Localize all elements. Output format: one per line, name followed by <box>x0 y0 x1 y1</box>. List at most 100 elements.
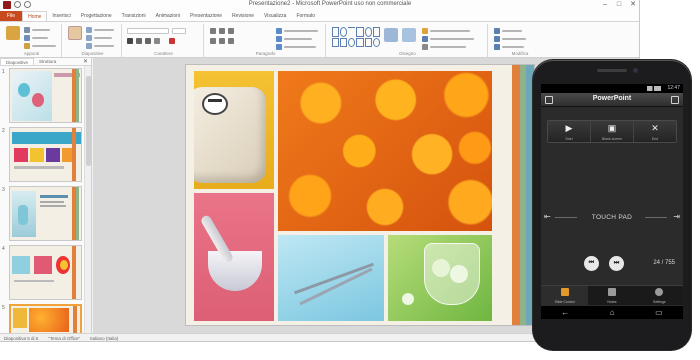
group-label: Modifica <box>511 51 529 56</box>
slide-timer: 24 / 755 <box>653 260 675 266</box>
font-color-icon[interactable] <box>169 38 175 44</box>
group-label: Paragrafo <box>255 51 276 56</box>
font-name-field[interactable] <box>127 28 169 34</box>
flowers-photo <box>278 71 492 231</box>
presentation-controls: ▶ Start ▣ Blank screen ✕ End <box>547 120 677 143</box>
format-painter-icon[interactable] <box>24 43 30 49</box>
recent-apps-icon[interactable]: ▭ <box>655 308 663 317</box>
layout-icon[interactable] <box>86 27 92 33</box>
close-button[interactable]: ✕ <box>628 0 638 9</box>
tab-format[interactable]: Formato <box>291 11 320 21</box>
scrollbar-thumb[interactable] <box>86 76 91 166</box>
pane-tabs: Diapositive Struttura <box>0 58 91 66</box>
italic-icon[interactable] <box>136 38 142 44</box>
tab-label: Slide Control <box>554 300 575 304</box>
font-size-field[interactable] <box>172 28 186 34</box>
tab-home[interactable]: Home <box>22 11 48 21</box>
tab-file[interactable]: File <box>0 11 23 21</box>
numbering-icon[interactable] <box>219 28 225 34</box>
smartart-icon[interactable] <box>276 44 282 50</box>
shape-outline-icon[interactable] <box>422 36 428 42</box>
pane-scrollbar[interactable] <box>84 66 91 333</box>
slide-number: 1 <box>2 69 5 75</box>
arrange-icon[interactable] <box>384 28 398 42</box>
save-icon[interactable] <box>3 1 11 9</box>
thumbnail-image <box>9 68 82 123</box>
find-icon[interactable] <box>494 28 500 34</box>
window-controls: – □ ✕ <box>600 0 638 9</box>
smartart-label <box>284 46 316 48</box>
shape-fill-icon[interactable] <box>422 28 428 34</box>
dropdown-icon[interactable] <box>671 96 679 104</box>
text-direction-icon[interactable] <box>276 28 282 34</box>
align-right-icon[interactable] <box>228 38 234 44</box>
shape-effects-icon[interactable] <box>422 44 428 50</box>
slides-pane: Diapositive Struttura ✕ 1 2 3 4 5 <box>0 58 92 341</box>
copy-label <box>32 37 48 39</box>
tab-animations[interactable]: Animazioni <box>151 11 185 21</box>
find-label <box>502 30 522 32</box>
end-button[interactable]: ✕ End <box>634 121 676 142</box>
start-button[interactable]: ▶ Start <box>548 121 591 142</box>
cut-icon[interactable] <box>24 27 30 33</box>
slide-thumbnail[interactable]: 4 <box>0 245 84 302</box>
bullets-icon[interactable] <box>210 28 216 34</box>
redo-icon[interactable] <box>24 1 31 8</box>
previous-button[interactable]: ⏮ <box>584 256 599 271</box>
app-title: PowerPoint <box>592 95 632 102</box>
bold-icon[interactable] <box>127 38 133 44</box>
app-header: PowerPoint <box>541 93 683 107</box>
new-slide-icon[interactable] <box>68 26 82 40</box>
tab-slides[interactable]: Diapositive <box>0 58 35 65</box>
section-icon[interactable] <box>86 43 92 49</box>
tab-outline[interactable]: Struttura <box>34 58 61 65</box>
select-label <box>502 46 524 48</box>
tab-settings[interactable]: Settings <box>636 286 683 305</box>
blank-screen-button[interactable]: ▣ Blank screen <box>591 121 634 142</box>
slide-count: Diapositiva 5 di 5 <box>4 336 39 341</box>
select-icon[interactable] <box>494 44 500 50</box>
phone-clock: 12:47 <box>667 85 680 91</box>
tab-insert[interactable]: Inserisci <box>47 11 75 21</box>
tab-review[interactable]: Revisione <box>227 11 259 21</box>
shape-outline-label <box>430 38 474 40</box>
language[interactable]: Italiano (Italia) <box>90 336 118 341</box>
copy-icon[interactable] <box>24 35 30 41</box>
tab-slide-control[interactable]: Slide Control <box>541 286 589 305</box>
slide-thumbnail[interactable]: 3 <box>0 186 84 243</box>
close-icon[interactable]: ✕ <box>83 58 88 65</box>
quick-styles-icon[interactable] <box>402 28 416 42</box>
notes-icon <box>607 288 616 296</box>
align-text-icon[interactable] <box>276 36 282 42</box>
home-icon[interactable]: ⌂ <box>610 308 615 317</box>
replace-icon[interactable] <box>494 36 500 42</box>
slide-thumbnail[interactable]: 2 <box>0 127 84 184</box>
slide-control-icon <box>560 288 569 296</box>
paste-icon[interactable] <box>6 26 20 40</box>
minimize-button[interactable]: – <box>600 0 610 9</box>
stripe-orange <box>512 65 520 325</box>
tab-label: Settings <box>652 300 666 304</box>
back-icon[interactable]: ← <box>561 308 569 317</box>
end-label: End <box>651 137 659 141</box>
reset-icon[interactable] <box>86 35 92 41</box>
tab-slideshow[interactable]: Presentazione <box>185 11 227 21</box>
indent-icon[interactable] <box>228 28 234 34</box>
next-button[interactable]: ⏭ <box>609 256 624 271</box>
tab-notes[interactable]: Notes <box>588 286 635 305</box>
maximize-button[interactable]: □ <box>614 0 624 9</box>
tab-transitions[interactable]: Transizioni <box>117 11 151 21</box>
slide-number: 3 <box>2 187 5 193</box>
tab-view[interactable]: Visualizza <box>259 11 291 21</box>
shapes-gallery[interactable] <box>332 27 380 47</box>
tab-design[interactable]: Progettazione <box>76 11 117 21</box>
slide-thumbnail[interactable]: 1 <box>0 68 84 125</box>
undo-icon[interactable] <box>14 1 21 8</box>
thumbnail-image <box>9 245 82 300</box>
align-center-icon[interactable] <box>219 38 225 44</box>
strikethrough-icon[interactable] <box>154 38 160 44</box>
exit-right-icon[interactable]: ⇥ <box>673 212 680 221</box>
align-left-icon[interactable] <box>210 38 216 44</box>
current-slide[interactable] <box>185 64 535 326</box>
underline-icon[interactable] <box>145 38 151 44</box>
